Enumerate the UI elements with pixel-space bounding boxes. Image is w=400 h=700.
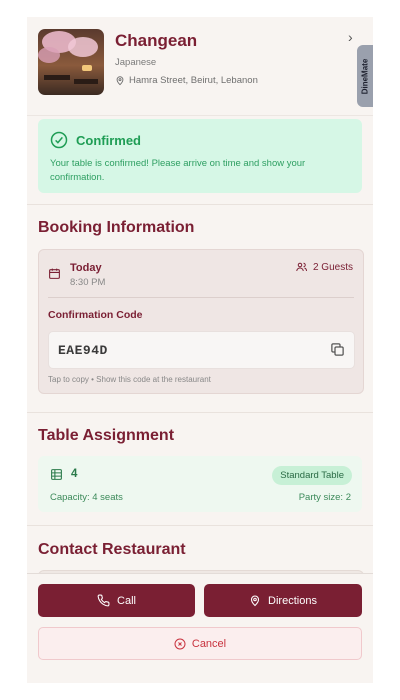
cancel-button[interactable]: Cancel — [38, 627, 362, 660]
confirmation-code[interactable]: EAE94D — [58, 343, 108, 358]
party-size: Party size: 2 — [298, 492, 351, 503]
chevron-right-icon[interactable]: › — [348, 29, 353, 45]
address-text: Hamra Street, Beirut, Lebanon — [129, 75, 258, 86]
divider — [27, 525, 373, 526]
map-pin-icon — [250, 595, 260, 607]
calendar-icon — [49, 268, 60, 279]
call-label: Call — [117, 594, 136, 607]
confirmation-code-box[interactable]: EAE94D — [48, 331, 355, 369]
call-button[interactable]: Call — [38, 584, 195, 617]
dinemate-label: DineMate — [360, 58, 370, 94]
phone-icon — [97, 594, 110, 607]
guest-count-text: 2 Guests — [312, 261, 353, 273]
x-circle-icon — [174, 638, 186, 649]
status-title: Confirmed — [76, 133, 141, 148]
app-screen: Changean Japanese Hamra Street, Beirut, … — [27, 17, 373, 683]
map-pin-icon — [116, 76, 124, 86]
copy-icon[interactable] — [330, 342, 345, 357]
users-icon — [296, 262, 307, 272]
cancel-label: Cancel — [191, 637, 227, 650]
directions-button[interactable]: Directions — [204, 584, 362, 617]
divider — [27, 412, 373, 413]
dinemate-side-tab[interactable]: DineMate — [357, 45, 373, 107]
divider — [48, 297, 354, 298]
directions-label: Directions — [268, 594, 317, 607]
restaurant-name: Changean — [115, 31, 198, 50]
booking-section-title: Booking Information — [38, 219, 195, 236]
table-capacity: Capacity: 4 seats — [50, 492, 123, 503]
table-number: 4 — [71, 468, 78, 480]
booking-card: Today 8:30 PM 2 Guests Confirmation Code… — [38, 249, 364, 394]
confirmation-banner: Confirmed Your table is confirmed! Pleas… — [38, 119, 362, 193]
restaurant-cuisine: Japanese — [115, 57, 157, 68]
copy-hint: Tap to copy • Show this code at the rest… — [48, 375, 211, 384]
confirmation-code-label: Confirmation Code — [48, 309, 143, 321]
table-type-badge: Standard Table — [272, 466, 352, 485]
status-message: Your table is confirmed! Please arrive o… — [50, 158, 306, 183]
contact-section-title: Contact Restaurant — [38, 541, 186, 558]
restaurant-thumbnail — [38, 29, 104, 95]
booking-date: Today — [70, 262, 102, 274]
guest-count: 2 Guests — [295, 261, 353, 273]
divider — [27, 204, 373, 205]
table-grid-icon — [51, 469, 62, 480]
bottom-action-bar: Call Directions Cancel — [27, 573, 373, 683]
booking-time: 8:30 PM — [70, 277, 106, 288]
restaurant-header[interactable]: Changean Japanese Hamra Street, Beirut, … — [27, 17, 373, 116]
table-assignment-card: 4 Standard Table Capacity: 4 seats Party… — [38, 456, 362, 512]
restaurant-address: Hamra Street, Beirut, Lebanon — [115, 75, 258, 86]
table-section-title: Table Assignment — [38, 427, 175, 444]
check-circle-icon — [50, 131, 68, 149]
